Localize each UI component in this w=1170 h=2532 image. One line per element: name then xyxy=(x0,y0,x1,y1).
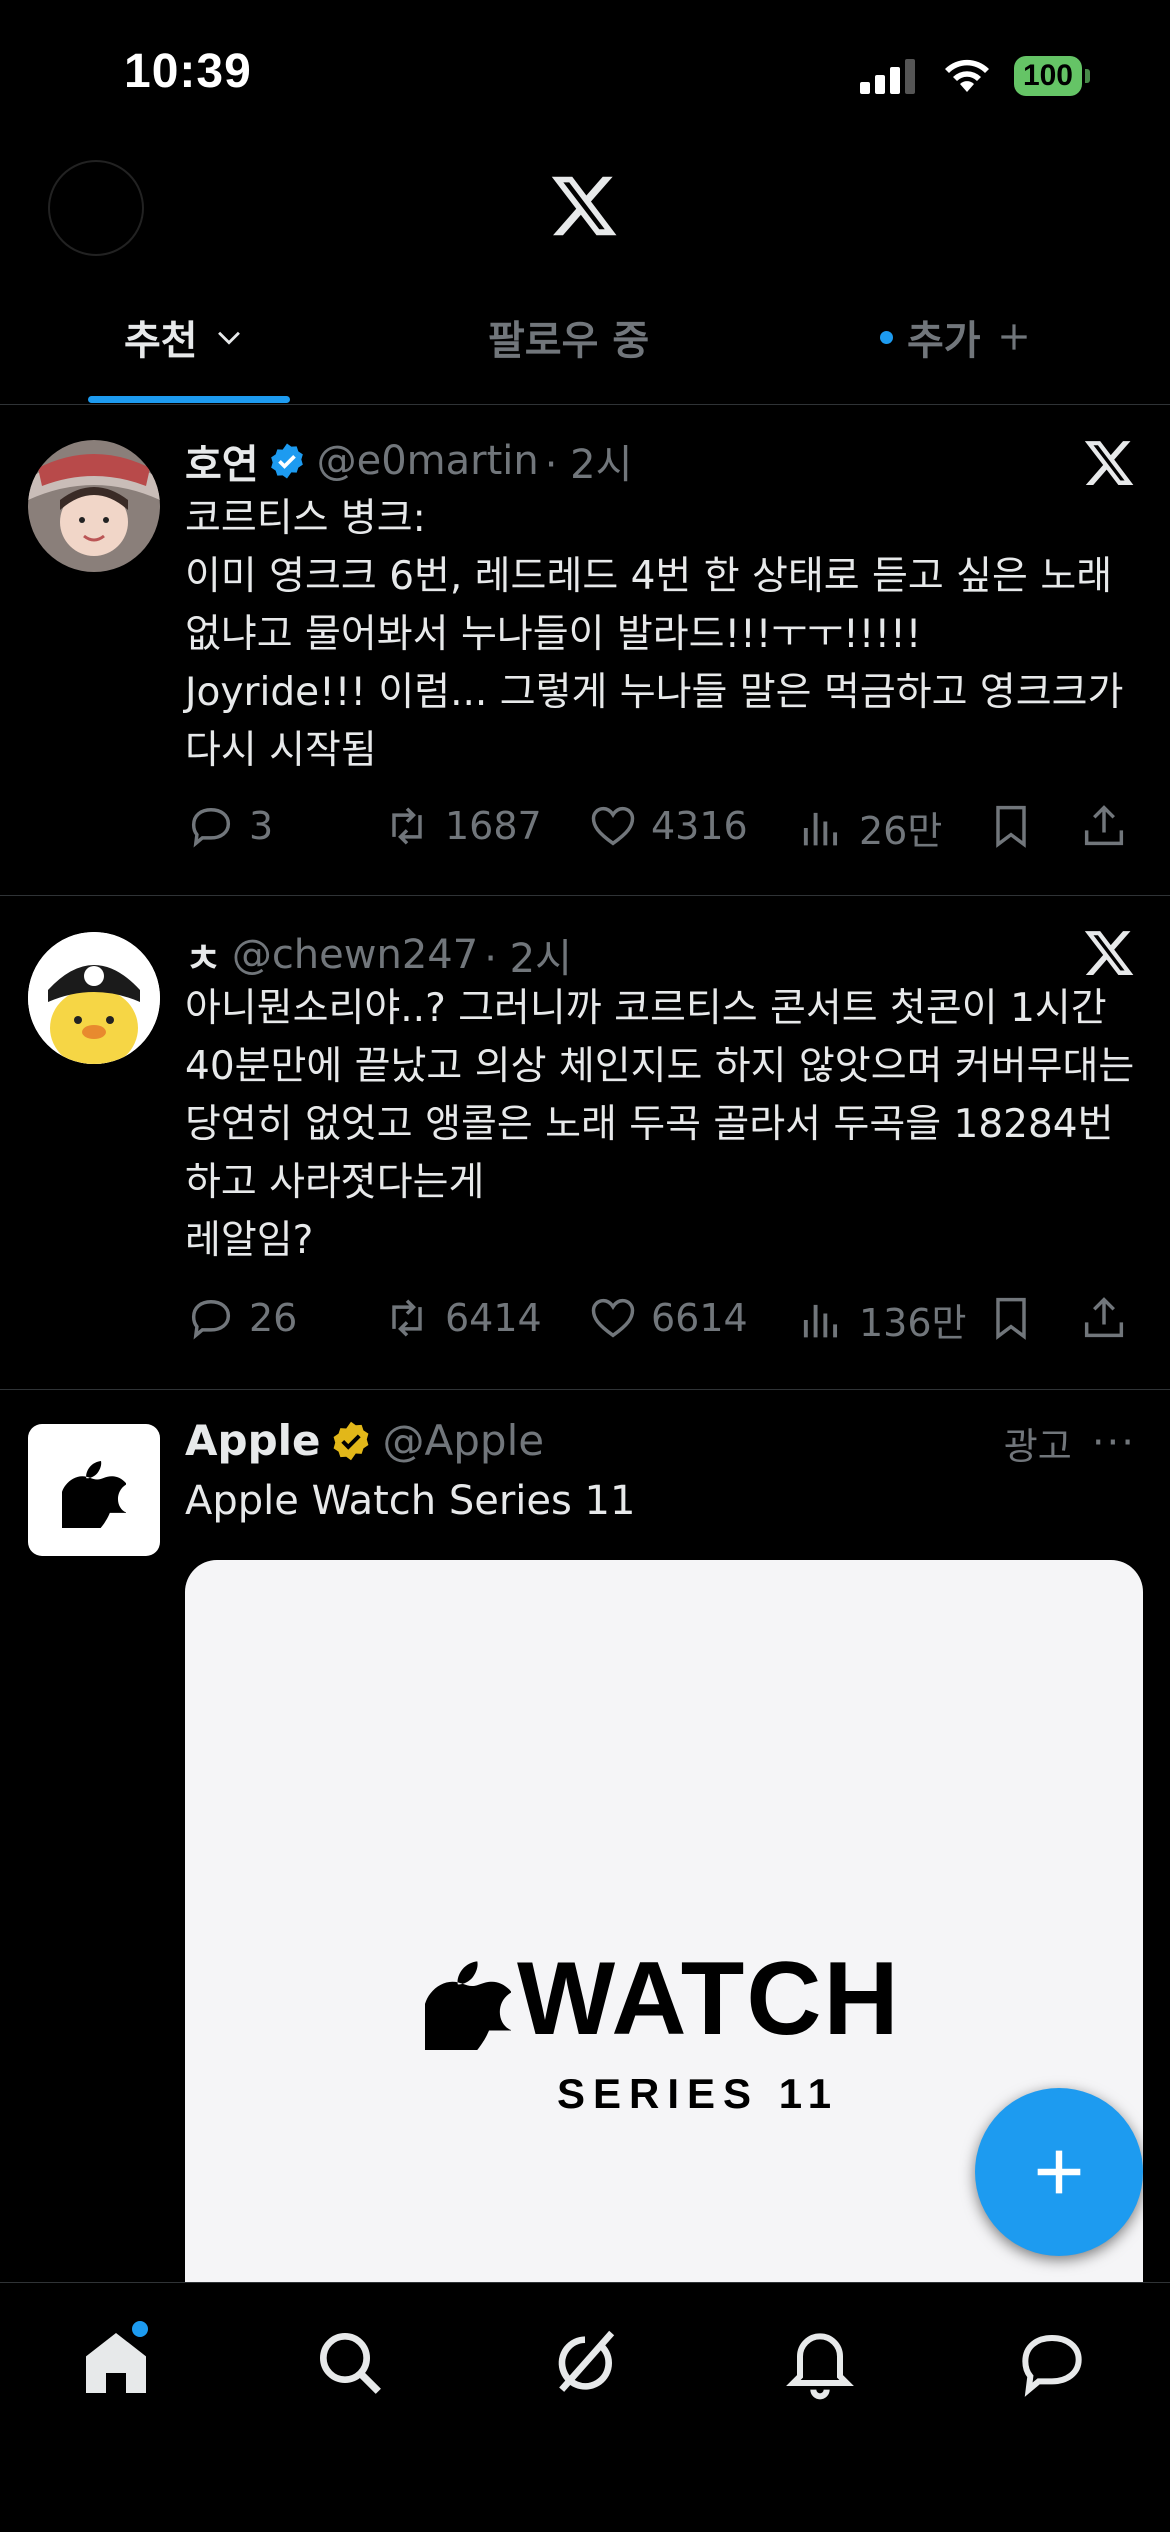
like-count: 6614 xyxy=(651,1296,748,1340)
tweet[interactable]: ㅊ @chewn247 · 2시 아니뭔소리야..? 그러니까 코르티스 콘서트… xyxy=(0,896,1170,1390)
views-icon xyxy=(803,812,838,845)
repost-icon xyxy=(392,807,422,845)
tab-add[interactable]: 추가 xyxy=(880,308,1033,366)
display-name[interactable]: ㅊ xyxy=(185,926,222,984)
x-logo-icon xyxy=(1084,931,1134,975)
feed-tabs: 추천 팔로우 중 추가 xyxy=(0,290,1170,405)
reply-count: 3 xyxy=(249,804,274,848)
tweet-header: 호연 @e0martin · 2시 xyxy=(185,432,632,490)
handle[interactable]: @Apple xyxy=(383,1416,545,1465)
timestamp: · 2시 xyxy=(544,442,633,488)
reply-icon xyxy=(191,1300,231,1340)
timestamp: · 2시 xyxy=(484,936,572,982)
reply-button[interactable]: 26 xyxy=(185,1292,297,1344)
verified-badge-icon xyxy=(270,443,303,479)
tweet-actions: 3 1687 4316 26만 xyxy=(185,800,1135,860)
repost-button[interactable]: 6414 xyxy=(381,1292,542,1344)
x-logo-icon xyxy=(1084,441,1134,485)
repost-count: 1687 xyxy=(445,804,542,848)
handle[interactable]: @chewn247 xyxy=(232,932,478,978)
handle[interactable]: @e0martin xyxy=(317,438,539,484)
tab-for-you-label: 추천 xyxy=(124,318,198,364)
ad-label: 광고 xyxy=(1003,1425,1072,1468)
gold-verified-badge-icon xyxy=(333,1421,368,1460)
x-logo-icon xyxy=(551,176,617,236)
views-count: 26만 xyxy=(859,809,943,853)
share-icon xyxy=(1084,1297,1124,1338)
apple-logo-icon xyxy=(62,1460,126,1528)
signal-icon xyxy=(859,59,915,94)
nav-search[interactable] xyxy=(310,2323,390,2403)
reply-icon xyxy=(191,808,231,848)
like-count: 4316 xyxy=(651,804,748,848)
new-indicator-dot xyxy=(880,330,893,344)
views-count: 136만 xyxy=(859,1301,967,1345)
notification-dot xyxy=(132,2321,148,2337)
status-bar: 10:39 100 xyxy=(0,0,1170,150)
display-name[interactable]: 호연 xyxy=(185,432,259,490)
repost-count: 6414 xyxy=(445,1296,542,1340)
bottom-nav xyxy=(0,2282,1170,2532)
status-icons: 100 xyxy=(859,56,1090,96)
views-icon xyxy=(803,1304,838,1337)
profile-avatar[interactable] xyxy=(48,160,144,256)
bookmark-icon xyxy=(996,805,1026,848)
active-tab-indicator xyxy=(88,396,290,403)
plus-icon xyxy=(1000,324,1027,350)
repost-button[interactable]: 1687 xyxy=(381,800,542,852)
views-button[interactable]: 136만 xyxy=(795,1292,967,1347)
share-icon xyxy=(1084,805,1124,846)
plus-icon xyxy=(1037,2150,1081,2194)
bell-icon xyxy=(786,2333,854,2400)
display-name[interactable]: Apple xyxy=(185,1416,321,1465)
search-icon xyxy=(320,2333,381,2394)
bookmark-button[interactable] xyxy=(985,800,1037,852)
apple-logo-icon xyxy=(425,1960,511,2050)
tweet-text: 아니뭔소리야..? 그러니까 코르티스 콘서트 첫콘이 1시간 40분만에 끝났… xyxy=(185,986,1135,1263)
battery-icon: 100 xyxy=(1013,56,1090,96)
reply-button[interactable]: 3 xyxy=(185,800,273,852)
battery-level: 100 xyxy=(1013,56,1082,96)
nav-home[interactable] xyxy=(76,2321,156,2403)
share-button[interactable] xyxy=(1078,800,1130,852)
grok-icon xyxy=(558,2330,615,2392)
tweet[interactable]: 호연 @e0martin · 2시 코르티스 병크: 이미 영크크 6번, 레드… xyxy=(0,406,1170,896)
nav-notifications[interactable] xyxy=(780,2323,860,2403)
tweet-actions: 26 6414 6614 136만 xyxy=(185,1292,1135,1352)
header xyxy=(0,150,1170,270)
ad-label-group: 광고 ··· xyxy=(1004,1416,1136,1470)
compose-button[interactable] xyxy=(975,2088,1143,2256)
tweet-text: 코르티스 병크: 이미 영크크 6번, 레드레드 4번 한 상태로 듣고 싶은 … xyxy=(185,496,1124,773)
message-icon xyxy=(1022,2334,1082,2397)
ad-card-title: WATCH xyxy=(517,1941,901,2057)
ad-text: Apple Watch Series 11 xyxy=(185,1478,636,1524)
like-button[interactable]: 4316 xyxy=(587,800,748,852)
watch-logo: WATCH xyxy=(425,1940,901,2059)
tab-following-label: 팔로우 중 xyxy=(488,318,650,364)
avatar[interactable] xyxy=(28,932,160,1064)
heart-icon xyxy=(591,806,635,846)
bookmark-icon xyxy=(996,1297,1026,1340)
ad-card-subtitle: SERIES 11 xyxy=(557,2070,840,2117)
ad-header: Apple @Apple xyxy=(185,1416,544,1465)
avatar[interactable] xyxy=(28,440,160,572)
ad-avatar[interactable] xyxy=(28,1424,160,1556)
tab-add-label: 추가 xyxy=(907,318,981,364)
reply-count: 26 xyxy=(249,1296,298,1340)
nav-grok[interactable] xyxy=(545,2323,625,2403)
repost-icon xyxy=(392,1299,422,1337)
chevron-down-icon xyxy=(217,331,240,345)
nav-messages[interactable] xyxy=(1012,2323,1092,2403)
like-button[interactable]: 6614 xyxy=(587,1292,748,1344)
heart-icon xyxy=(591,1298,635,1338)
bookmark-button[interactable] xyxy=(985,1292,1037,1344)
tab-for-you[interactable]: 추천 xyxy=(124,308,246,366)
share-button[interactable] xyxy=(1078,1292,1130,1344)
tweet-header: ㅊ @chewn247 · 2시 xyxy=(185,926,572,984)
tab-following[interactable]: 팔로우 중 xyxy=(488,308,649,366)
more-options-icon[interactable]: ··· xyxy=(1092,1420,1136,1466)
wifi-icon xyxy=(944,59,989,92)
views-button[interactable]: 26만 xyxy=(795,800,942,855)
status-time: 10:39 xyxy=(124,45,252,98)
